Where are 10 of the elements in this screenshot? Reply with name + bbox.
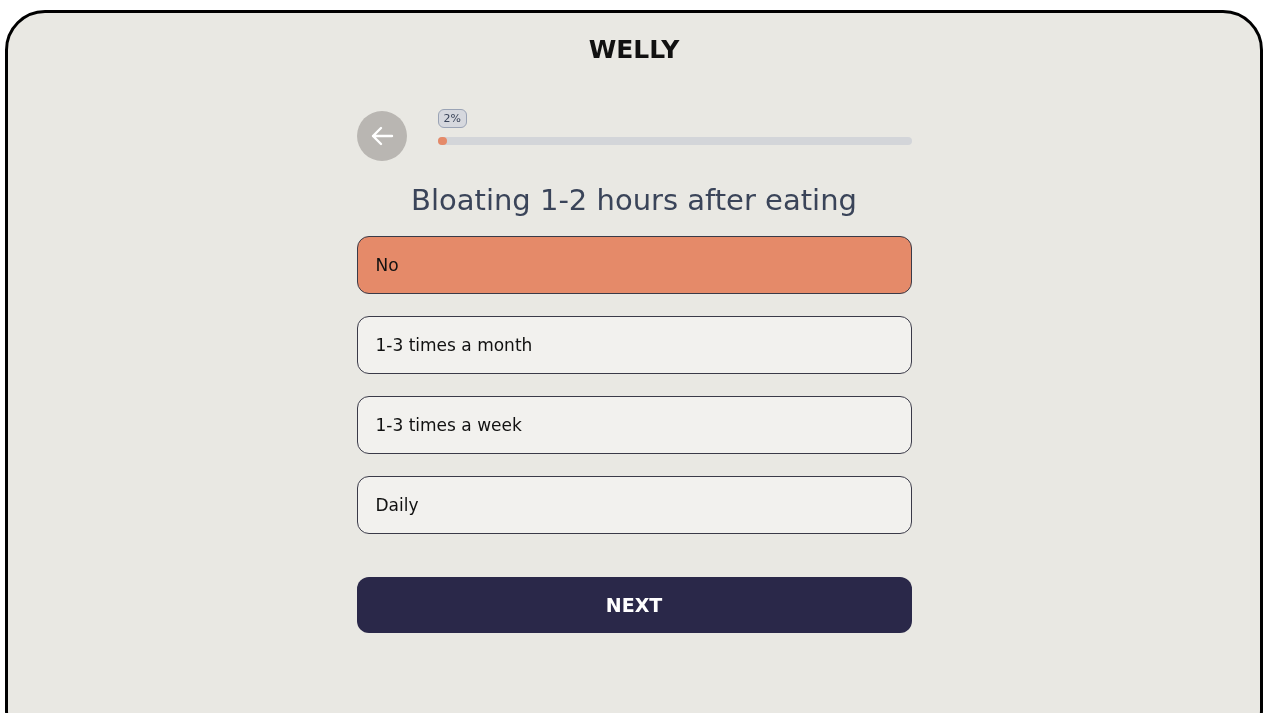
back-button[interactable] (356, 111, 407, 161)
back-arrow-icon (369, 126, 394, 146)
answer-option[interactable]: 1-3 times a week (356, 396, 912, 454)
next-button[interactable]: NEXT (356, 577, 912, 633)
question-title: Bloating 1-2 hours after eating (410, 183, 858, 217)
progress-badge: 2% (437, 109, 467, 128)
answer-option[interactable]: Daily (356, 476, 912, 534)
brand-logo: WELLY (588, 35, 680, 64)
answer-option[interactable]: 1-3 times a month (356, 316, 912, 374)
answer-option[interactable]: No (356, 236, 912, 294)
